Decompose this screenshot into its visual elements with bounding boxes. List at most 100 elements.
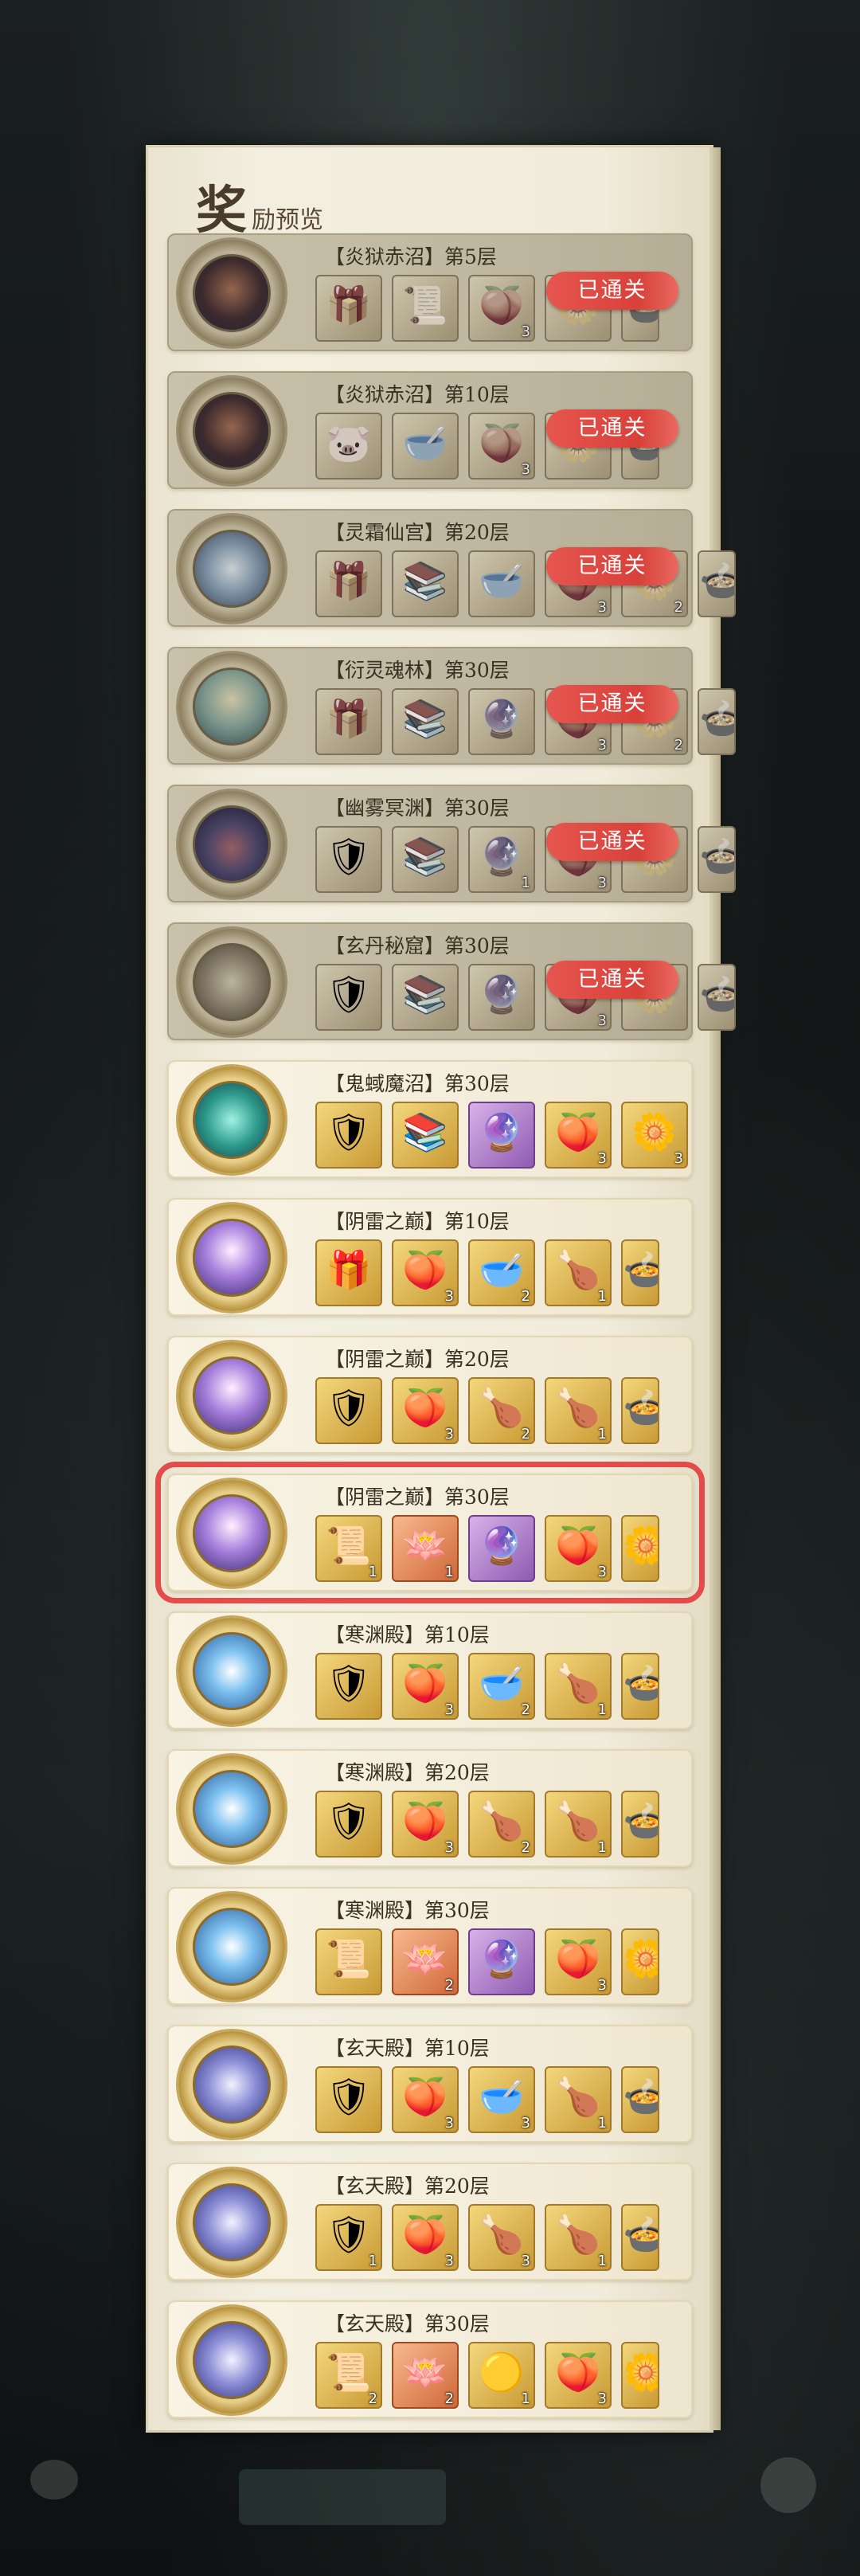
reward-item[interactable]: 🍲 xyxy=(621,2204,659,2271)
stage-row[interactable]: 【鬼蜮魔沼】第30层 🛡 📚 🔮 🍑 3 🌼 3 xyxy=(167,1060,693,1178)
stage-row[interactable]: 【阴雷之巅】第30层📜1🪷1🔮🍑3🌼 xyxy=(155,1462,705,1603)
reward-item[interactable]: 🛡 xyxy=(315,1102,382,1169)
reward-item[interactable]: 🪷 2 xyxy=(392,2342,459,2409)
peach-icon: 🍑 xyxy=(402,1662,448,1705)
reward-item[interactable]: 📚 xyxy=(392,550,459,617)
fire-lotus-icon: 🪷 xyxy=(402,1524,448,1567)
stage-row[interactable]: 【阴雷之巅】第10层🎁🍑3🥣2🍗1🍲 xyxy=(167,1198,693,1316)
reward-item[interactable]: 🍗 1 xyxy=(545,1377,612,1444)
stage-row[interactable]: 【玄丹秘窟】第30层🛡📚🔮🍑3🌼🍲已通关 xyxy=(167,922,736,1040)
reward-item[interactable]: 🍑3 xyxy=(392,1653,459,1720)
stage-row[interactable]: 【阴雷之巅】第20层🛡🍑3🍗2🍗1🍲 xyxy=(167,1336,693,1454)
reward-item[interactable]: 🍗 1 xyxy=(545,2066,612,2133)
reward-item[interactable]: 🌼 xyxy=(621,1928,659,1995)
reward-item[interactable]: 🔮 xyxy=(468,964,535,1031)
reward-item[interactable]: 🎁 xyxy=(315,688,382,755)
reward-item[interactable]: 🟡 1 xyxy=(468,2342,535,2409)
reward-item[interactable]: 🥣 xyxy=(392,413,459,480)
reward-item[interactable]: 📜 xyxy=(315,1928,382,1995)
reward-item[interactable]: 🪷 2 xyxy=(392,1928,459,1995)
reward-item[interactable]: 📜 xyxy=(392,275,459,342)
stage-row[interactable]: 【炎狱赤沼】第5层🎁📜🍑3🌼🍲已通关 xyxy=(167,233,693,351)
item-quantity: 2 xyxy=(444,1977,454,1994)
stage-list[interactable]: 【炎狱赤沼】第5层🎁📜🍑3🌼🍲已通关【炎狱赤沼】第10层🐷🥣🍑3🌼🍲已通关【灵霜… xyxy=(155,233,736,2438)
reward-item[interactable]: 🍲 xyxy=(621,1239,659,1306)
bottom-tab[interactable] xyxy=(239,2469,446,2525)
reward-item[interactable]: 🍲 xyxy=(621,1791,659,1858)
reward-item[interactable]: 🛡 xyxy=(315,2066,382,2133)
reward-item[interactable]: 🪷 1 xyxy=(392,1515,459,1582)
reward-item[interactable]: 📚 xyxy=(392,964,459,1031)
reward-item[interactable]: 🍑3 xyxy=(545,1928,612,1995)
reward-item[interactable]: 🍲 xyxy=(621,1653,659,1720)
reward-item[interactable]: 📜 2 xyxy=(315,2342,382,2409)
stage-row[interactable]: 【玄天殿】第30层📜2🪷2🟡1🍑3🌼 xyxy=(167,2300,693,2418)
stage-row[interactable]: 【衍灵魂林】第30层🎁📚🔮🍑3🌼2🍲已通关 xyxy=(167,647,736,765)
reward-item[interactable]: 🛡 xyxy=(315,964,382,1031)
reward-item[interactable]: 🍑3 xyxy=(545,1102,612,1169)
reward-item[interactable]: 🍑3 xyxy=(545,2342,612,2409)
reward-item[interactable]: 📜 1 xyxy=(315,1515,382,1582)
reward-item[interactable]: 🍲 xyxy=(698,964,736,1031)
reward-item[interactable]: 🍗 1 xyxy=(545,2204,612,2271)
reward-item[interactable]: 🍑3 xyxy=(392,1791,459,1858)
stage-row[interactable]: 【幽雾冥渊】第30层🛡📚🔮1🍑3🌼🍲已通关 xyxy=(167,785,736,902)
reward-item[interactable]: 🔮 xyxy=(468,1515,535,1582)
reward-item[interactable]: 🥣 2 xyxy=(468,1653,535,1720)
reward-item[interactable]: 🍑3 xyxy=(545,1515,612,1582)
reward-item[interactable]: 🌼 3 xyxy=(621,1102,688,1169)
reward-item[interactable]: 🌼 xyxy=(621,1515,659,1582)
reward-item[interactable]: 🛡 1 xyxy=(315,2204,382,2271)
reward-item[interactable]: 🍗 1 xyxy=(545,1791,612,1858)
reward-item[interactable]: 🍲 xyxy=(698,826,736,893)
reward-item[interactable]: 🍗 2 xyxy=(468,1377,535,1444)
reward-item[interactable]: 🍗 2 xyxy=(468,1791,535,1858)
reward-item[interactable]: 🎁 xyxy=(315,550,382,617)
reward-item[interactable]: 🛡 xyxy=(315,1653,382,1720)
reward-item[interactable]: 📚 xyxy=(392,826,459,893)
reward-item[interactable]: 🍗 3 xyxy=(468,2204,535,2271)
stage-row[interactable]: 【炎狱赤沼】第10层🐷🥣🍑3🌼🍲已通关 xyxy=(167,371,693,489)
stage-row[interactable]: 【玄天殿】第10层🛡🍑3🥣3🍗1🍲 xyxy=(167,2025,693,2143)
reward-item[interactable]: 🥣 3 xyxy=(468,2066,535,2133)
reward-preview-panel[interactable]: 奖励预览 【炎狱赤沼】第5层🎁📜🍑3🌼🍲已通关【炎狱赤沼】第10层🐷🥣🍑3🌼🍲已… xyxy=(146,145,736,2433)
reward-item[interactable]: 📚 xyxy=(392,688,459,755)
stage-row[interactable]: 【灵霜仙宫】第20层🎁📚🥣🍑3🌼2🍲已通关 xyxy=(167,509,736,627)
reward-item[interactable]: 🍗 1 xyxy=(545,1653,612,1720)
reward-item[interactable]: 🍗 1 xyxy=(545,1239,612,1306)
reward-item[interactable]: 🎁 xyxy=(315,275,382,342)
reward-item[interactable]: 🎁 xyxy=(315,1239,382,1306)
reward-item[interactable]: 🍑3 xyxy=(468,413,535,480)
reward-item[interactable]: 🍲 xyxy=(698,688,736,755)
back-icon[interactable] xyxy=(30,2460,78,2500)
reward-item[interactable]: 🌼 xyxy=(621,2342,659,2409)
reward-item[interactable]: 🍑3 xyxy=(392,2204,459,2271)
reward-item[interactable]: 🍑3 xyxy=(468,275,535,342)
reward-item[interactable]: 🔮 1 xyxy=(468,826,535,893)
reward-item[interactable]: 🍑3 xyxy=(392,1239,459,1306)
reward-item[interactable]: 🛡 xyxy=(315,1377,382,1444)
stage-emblem-art xyxy=(193,2321,271,2399)
reward-item[interactable]: 🍲 xyxy=(621,1377,659,1444)
reward-item[interactable]: 🍑3 xyxy=(392,2066,459,2133)
reward-item[interactable]: 🔮 xyxy=(468,1102,535,1169)
stage-row[interactable]: 【寒渊殿】第20层🛡🍑3🍗2🍗1🍲 xyxy=(167,1749,693,1867)
reward-item[interactable]: 🛡 xyxy=(315,826,382,893)
menu-icon[interactable] xyxy=(760,2457,816,2513)
reward-item[interactable]: 📚 xyxy=(392,1102,459,1169)
reward-item[interactable]: 🥣 xyxy=(468,550,535,617)
reward-item[interactable]: 🔮 xyxy=(468,688,535,755)
item-quantity: 2 xyxy=(521,1701,530,1718)
reward-item[interactable]: 🛡 xyxy=(315,1791,382,1858)
reward-item[interactable]: 🐷 xyxy=(315,413,382,480)
item-quantity: 3 xyxy=(444,1839,454,1856)
reward-item[interactable]: 🍲 xyxy=(621,2066,659,2133)
stage-row[interactable]: 【玄天殿】第20层🛡1🍑3🍗3🍗1🍲 xyxy=(167,2163,693,2280)
item-quantity: 3 xyxy=(521,2253,530,2269)
reward-item[interactable]: 🍲 xyxy=(698,550,736,617)
stage-row[interactable]: 【寒渊殿】第10层🛡🍑3🥣2🍗1🍲 xyxy=(167,1611,693,1729)
stage-row[interactable]: 【寒渊殿】第30层📜🪷2🔮🍑3🌼 xyxy=(167,1887,693,2005)
reward-item[interactable]: 🔮 xyxy=(468,1928,535,1995)
reward-item[interactable]: 🥣 2 xyxy=(468,1239,535,1306)
reward-item[interactable]: 🍑3 xyxy=(392,1377,459,1444)
